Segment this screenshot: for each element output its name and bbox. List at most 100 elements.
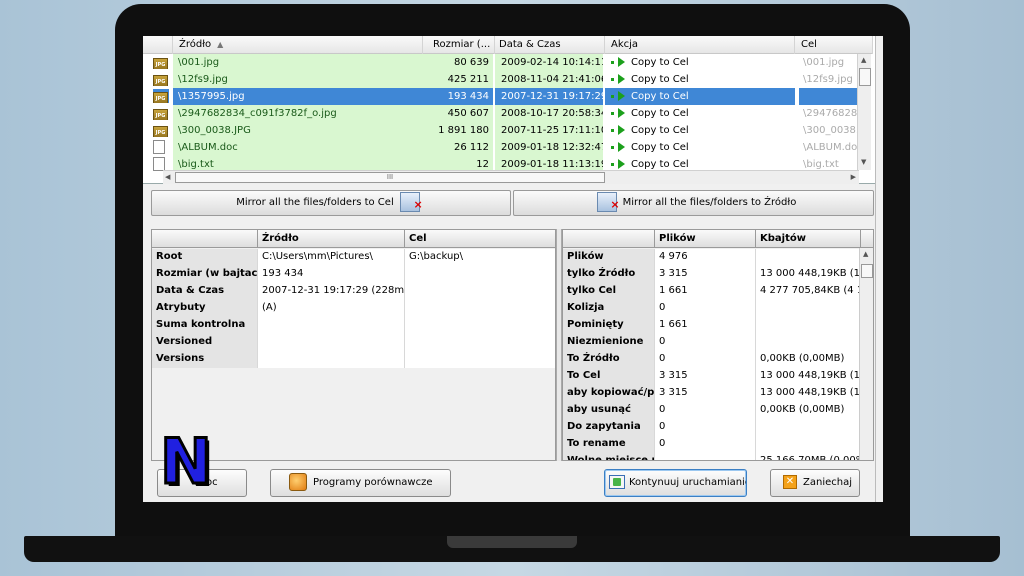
statistics-vertical-scrollbar[interactable]: ▲ bbox=[859, 248, 873, 460]
statistics-row: Kolizja 0 bbox=[563, 300, 861, 317]
file-row[interactable]: JPG \12fs9.jpg 425 211 2008-11-04 21:41:06 C… bbox=[143, 71, 859, 88]
file-date: 2009-01-18 12:32:47 bbox=[495, 139, 603, 156]
cancel-button[interactable]: ✕ Zaniechaj bbox=[770, 469, 860, 497]
file-icon-cell: JPG bbox=[153, 123, 169, 137]
file-action[interactable]: Copy to Cel bbox=[605, 54, 795, 71]
column-header-action[interactable]: Akcja bbox=[605, 36, 795, 54]
file-size: 450 607 bbox=[423, 105, 493, 122]
statistics-row-files: 4 976 bbox=[655, 249, 756, 266]
statistics-row-label: To rename bbox=[563, 436, 655, 453]
file-action[interactable]: Copy to Cel bbox=[605, 71, 795, 88]
file-list-vertical-scrollbar[interactable]: ▲ ▼ bbox=[857, 54, 871, 170]
mirror-to-target-label: Mirror all the files/folders to Cel bbox=[236, 197, 394, 208]
continue-run-label: Kontynuuj uruchamianie bbox=[629, 477, 747, 488]
file-list-horizontal-scrollbar[interactable]: ◀ III ▶ bbox=[163, 170, 859, 184]
file-action[interactable]: Copy to Cel bbox=[605, 122, 795, 139]
statistics-row-label: Plików bbox=[563, 249, 655, 266]
statistics-row-files: 3 315 bbox=[655, 385, 756, 402]
mirror-to-target-button[interactable]: Mirror all the files/folders to Cel bbox=[151, 190, 511, 217]
scrollbar-thumb[interactable] bbox=[859, 68, 871, 86]
statistics-row-files: 0 bbox=[655, 300, 756, 317]
statistics-row: tylko Źródło3 31513 000 448,19KB (12 ( bbox=[563, 266, 861, 283]
statistics-row-kb bbox=[756, 300, 861, 317]
mirror-to-source-button[interactable]: Mirror all the files/folders to Źródło bbox=[513, 190, 874, 217]
action-dot-icon bbox=[611, 145, 614, 149]
scroll-right-icon[interactable]: ▶ bbox=[851, 173, 856, 181]
details-row-target bbox=[405, 300, 555, 317]
doc-file-icon bbox=[153, 140, 165, 154]
statistics-header: Plików Kbajtów bbox=[563, 230, 873, 248]
jpg-file-icon: JPG bbox=[153, 92, 168, 103]
copy-arrow-icon bbox=[618, 108, 625, 118]
statistics-row-files: 0 bbox=[655, 419, 756, 436]
file-row[interactable]: JPG \2947682834_c091f3782f_o.jpg 450 607 20… bbox=[143, 105, 859, 122]
sort-ascending-icon: ▲ bbox=[217, 40, 224, 49]
jpg-file-icon: JPG bbox=[153, 75, 168, 86]
statistics-row-files: 0 bbox=[655, 402, 756, 419]
statistics-row-kb: 13 000 448,19KB (12 ( bbox=[756, 266, 861, 283]
file-name: \001.jpg bbox=[173, 54, 423, 71]
file-name: \300_0038.JPG bbox=[173, 122, 423, 139]
details-row-target bbox=[405, 283, 555, 300]
details-row-label: Data & Czas bbox=[152, 283, 258, 300]
overlay-logo: N bbox=[159, 425, 220, 498]
scroll-up-icon[interactable]: ▲ bbox=[861, 56, 866, 64]
details-row-source: 2007-12-31 19:17:29 (228ms) bbox=[258, 283, 405, 300]
column-header-target[interactable]: Cel bbox=[795, 36, 873, 54]
details-header-blank bbox=[152, 230, 258, 248]
txt-file-icon bbox=[153, 157, 165, 171]
statistics-row: Plików 4 976 bbox=[563, 249, 861, 266]
statistics-row-kb bbox=[756, 436, 861, 453]
file-action-label: Copy to Cel bbox=[631, 125, 689, 136]
file-row[interactable]: JPG \300_0038.JPG 1 891 180 2007-11-25 17:1… bbox=[143, 122, 859, 139]
compare-programs-label: Programy porównawcze bbox=[313, 477, 433, 488]
statistics-row: Do zapytania 0 bbox=[563, 419, 861, 436]
details-row: Atrybuty (A) bbox=[152, 300, 555, 317]
details-row-target bbox=[405, 266, 555, 283]
scrollbar-thumb[interactable] bbox=[861, 264, 873, 278]
statistics-row: To Cel3 31513 000 448,19KB (12 ( bbox=[563, 368, 861, 385]
file-date: 2009-02-14 10:14:11 bbox=[495, 54, 603, 71]
file-action[interactable]: Copy to Cel bbox=[605, 105, 795, 122]
file-row[interactable]: \ALBUM.doc 26 112 2009-01-18 12:32:47 Copy … bbox=[143, 139, 859, 156]
file-list-header: Źródło ▲ Rozmiar (... Data & Czas Akcja C… bbox=[143, 36, 873, 54]
file-icon-cell: JPG bbox=[153, 89, 169, 103]
file-target: \ALBUM.doc bbox=[803, 142, 859, 153]
details-row: Versioned bbox=[152, 334, 555, 351]
statistics-row-files: 0 bbox=[655, 351, 756, 368]
file-row[interactable]: JPG \001.jpg 80 639 2009-02-14 10:14:11 Copy… bbox=[143, 54, 859, 71]
statistics-row-files: 1 661 bbox=[655, 283, 756, 300]
details-row-label: Versions bbox=[152, 351, 258, 368]
column-header-date[interactable]: Data & Czas bbox=[495, 36, 605, 54]
scroll-left-icon[interactable]: ◀ bbox=[165, 173, 170, 181]
header-spacer bbox=[143, 36, 173, 54]
statistics-row-kb bbox=[756, 249, 861, 266]
statistics-row-label: tylko Źródło bbox=[563, 266, 655, 283]
details-row-label: Suma kontrolna bbox=[152, 317, 258, 334]
statistics-row-files: 3 315 bbox=[655, 266, 756, 283]
compare-programs-button[interactable]: Programy porównawcze bbox=[270, 469, 451, 497]
file-row[interactable]: JPG \1357995.jpg 193 434 2007-12-31 19:17:2… bbox=[143, 88, 859, 105]
scroll-down-icon[interactable]: ▼ bbox=[861, 158, 866, 166]
mirror-target-icon bbox=[399, 192, 423, 217]
details-row-source bbox=[258, 334, 405, 351]
file-action[interactable]: Copy to Cel bbox=[605, 139, 795, 156]
continue-run-button[interactable]: Kontynuuj uruchamianie bbox=[604, 469, 747, 497]
file-action[interactable]: Copy to Cel bbox=[605, 88, 795, 105]
copy-arrow-icon bbox=[618, 74, 625, 84]
details-row-label: Versioned bbox=[152, 334, 258, 351]
copy-arrow-icon bbox=[618, 91, 625, 101]
statistics-row-files bbox=[655, 453, 756, 460]
details-row-source bbox=[258, 351, 405, 368]
scroll-up-icon[interactable]: ▲ bbox=[863, 250, 868, 258]
scrollbar-thumb[interactable]: III bbox=[175, 172, 605, 183]
statistics-row-kb: 25 166,70MB (0,00%) bbox=[756, 453, 861, 460]
laptop-notch bbox=[447, 536, 577, 548]
overlay-logo-letter: N bbox=[159, 425, 214, 498]
statistics-row-kb bbox=[756, 419, 861, 436]
details-row: Data & Czas 2007-12-31 19:17:29 (228ms) bbox=[152, 283, 555, 300]
column-header-source[interactable]: Źródło ▲ bbox=[173, 36, 423, 54]
column-header-size[interactable]: Rozmiar (... bbox=[423, 36, 495, 54]
file-name: \2947682834_c091f3782f_o.jpg bbox=[173, 105, 423, 122]
window-right-edge bbox=[875, 36, 883, 502]
